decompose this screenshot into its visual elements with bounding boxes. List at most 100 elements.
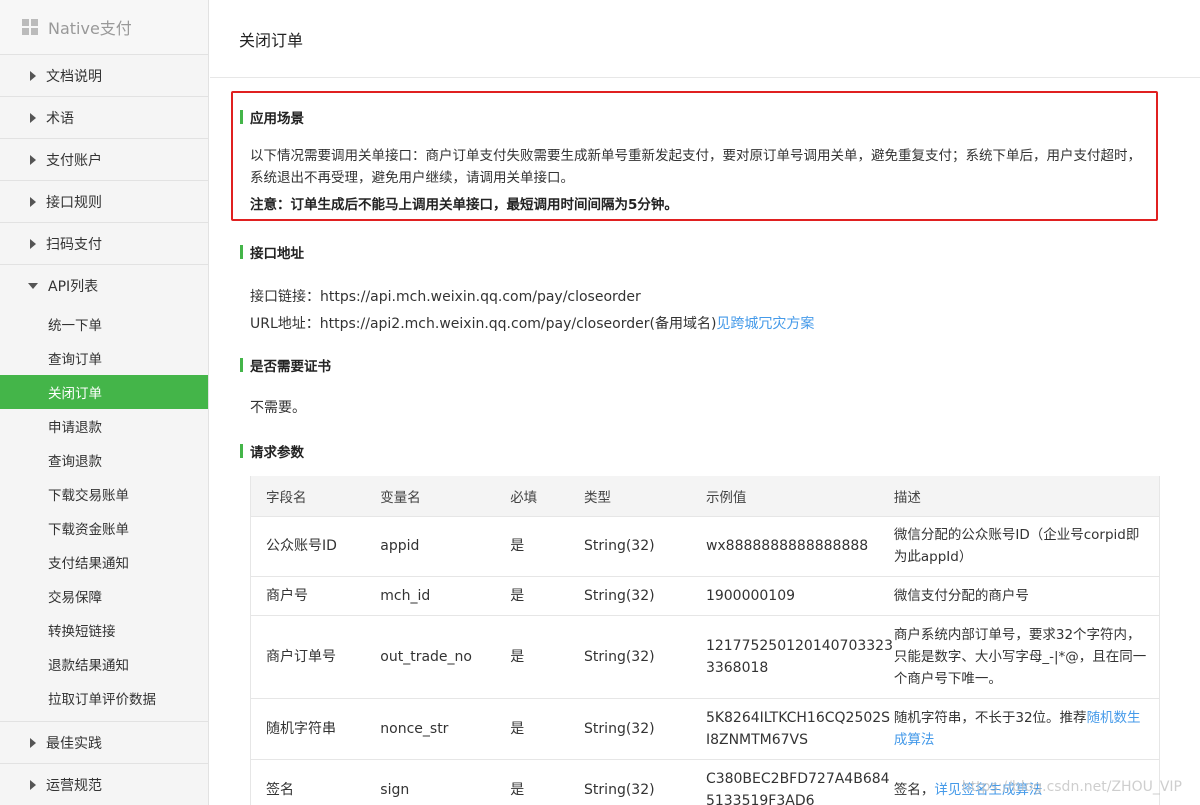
cell-desc-text: 随机字符串，不长于32位。推荐 (893, 709, 1087, 726)
cell-var: mch_id (380, 576, 511, 616)
cell-type: String(32) (584, 516, 706, 577)
address-line-backup-text: URL地址：https://api2.mch.weixin.qq.com/pay… (250, 316, 717, 332)
cell-desc: 微信分配的公众账号ID（企业号corpid即为此appId） (893, 516, 1160, 577)
cell-required: 是 (510, 516, 585, 577)
address-line-primary: 接口链接：https://api.mch.weixin.qq.com/pay/c… (250, 289, 641, 305)
cell-example: wx8888888888888888 (705, 516, 894, 577)
section-heading: 应用场景 (240, 107, 1150, 127)
cell-type: String(32) (584, 698, 706, 760)
cell-desc-text: 微信支付分配的商户号 (893, 587, 1029, 604)
sidebar-item-label: 扫码支付 (46, 236, 102, 253)
sidebar-subitem-refund-notify[interactable]: 退款结果通知 (0, 647, 208, 681)
params-section: 请求参数 (240, 441, 1160, 461)
page-title: 关闭订单 (239, 30, 304, 50)
sidebar-subitem-label: 统一下单 (48, 318, 102, 334)
section-heading: 是否需要证书 (240, 355, 1160, 375)
sidebar-subitem-query-order[interactable]: 查询订单 (0, 341, 208, 375)
cell-var: out_trade_no (380, 615, 511, 699)
sidebar-subitem-label: 拉取订单评价数据 (48, 692, 156, 708)
page-header: 关闭订单 (210, 0, 1200, 78)
section-bar (240, 245, 243, 259)
sidebar-subitem-label: 查询退款 (48, 454, 102, 470)
sidebar-subitem-pay-notify[interactable]: 支付结果通知 (0, 545, 208, 579)
address-section: 接口地址 接口链接：https://api.mch.weixin.qq.com/… (240, 242, 1160, 338)
sidebar-subitem-refund[interactable]: 申请退款 (0, 409, 208, 443)
grid-icon (22, 19, 38, 35)
sidebar-item-docs[interactable]: 文档说明 (0, 55, 208, 97)
cell-desc: 随机字符串，不长于32位。推荐随机数生成算法 (893, 698, 1160, 760)
cell-required: 是 (510, 759, 585, 805)
sidebar-subitem-label: 交易保障 (48, 590, 102, 606)
sidebar-item-scan-pay[interactable]: 扫码支付 (0, 223, 208, 265)
cell-field: 商户订单号 (250, 615, 381, 699)
cell-desc-text: 签名， (893, 782, 935, 798)
cell-required: 是 (510, 576, 585, 616)
scene-section: 应用场景 以下情况需要调用关单接口：商户订单支付失败需要生成新单号重新发起支付，… (240, 107, 1150, 213)
sidebar-item-label: 术语 (46, 110, 74, 127)
cell-required: 是 (510, 698, 585, 760)
sidebar-subitem-label: 支付结果通知 (48, 556, 129, 572)
section-heading-text: 应用场景 (250, 111, 304, 127)
sidebar-item-label: API列表 (48, 279, 99, 295)
cell-var: nonce_str (380, 698, 511, 760)
section-heading: 接口地址 (240, 242, 1160, 262)
sidebar-item-operations[interactable]: 运营规范 (0, 764, 208, 805)
caret-right-icon (30, 196, 36, 207)
sidebar-subitem-label: 下载资金账单 (48, 522, 129, 538)
cell-desc: 微信支付分配的商户号 (893, 576, 1160, 616)
sidebar-item-label: 最佳实践 (46, 735, 102, 752)
section-heading: 请求参数 (240, 441, 1160, 461)
section-heading-text: 接口地址 (250, 246, 304, 262)
cell-type: String(32) (584, 759, 706, 805)
sidebar-subitem-unified-order[interactable]: 统一下单 (0, 307, 208, 341)
section-bar (240, 358, 243, 372)
sidebar-subitem-close-order[interactable]: 关闭订单 (0, 375, 208, 409)
sidebar-item-account[interactable]: 支付账户 (0, 139, 208, 181)
sidebar-subitem-label: 退款结果通知 (48, 658, 129, 674)
cell-field: 随机字符串 (250, 698, 381, 760)
cell-example: C380BEC2BFD727A4B6845133519F3AD6 (705, 759, 894, 805)
sidebar-item-label: 支付账户 (46, 152, 102, 169)
sidebar-subitem-download-fund[interactable]: 下载资金账单 (0, 511, 208, 545)
cell-desc-text: 商户系统内部订单号，要求32个字符内，只能是数字、大小写字母_-|*@，且在同一… (893, 626, 1147, 687)
cell-example: 1900000109 (705, 576, 894, 616)
sidebar-item-label: 运营规范 (46, 777, 102, 794)
column-header: 字段名 (250, 476, 381, 517)
sidebar-subitem-query-refund[interactable]: 查询退款 (0, 443, 208, 477)
caret-right-icon (30, 112, 36, 123)
cell-required: 是 (510, 615, 585, 699)
scene-description: 以下情况需要调用关单接口：商户订单支付失败需要生成新单号重新发起支付，要对原订单… (250, 148, 1141, 186)
table-row: 公众账号ID appid 是 String(32) wx888888888888… (250, 516, 1160, 577)
sidebar-title: Native支付 (48, 19, 132, 38)
cell-desc: 商户系统内部订单号，要求32个字符内，只能是数字、大小写字母_-|*@，且在同一… (893, 615, 1160, 699)
cell-type: String(32) (584, 576, 706, 616)
api-sublist: 统一下单 查询订单 关闭订单 申请退款 查询退款 下载交易账单 下载资金账单 支… (0, 307, 208, 722)
sidebar-subitem-comments[interactable]: 拉取订单评价数据 (0, 681, 208, 715)
column-header: 类型 (584, 476, 706, 517)
sidebar-subitem-label: 申请退款 (48, 420, 102, 436)
sidebar-item-label: 接口规则 (46, 194, 102, 211)
sidebar-subitem-label: 下载交易账单 (48, 488, 129, 504)
section-heading-text: 请求参数 (250, 445, 304, 461)
table-row: 商户订单号 out_trade_no 是 String(32) 12177525… (250, 615, 1160, 699)
cell-field: 商户号 (250, 576, 381, 616)
sidebar-item-api-list[interactable]: API列表 (0, 265, 208, 307)
table-header-row: 字段名 变量名 必填 类型 示例值 描述 (250, 476, 1160, 517)
sidebar-subitem-download-bill[interactable]: 下载交易账单 (0, 477, 208, 511)
sidebar-item-terms[interactable]: 术语 (0, 97, 208, 139)
table-row: 随机字符串 nonce_str 是 String(32) 5K8264ILTKC… (250, 698, 1160, 760)
sidebar: Native支付 文档说明 术语 支付账户 接口规则 扫码支付 API列表 统一… (0, 0, 209, 805)
sidebar-subitem-guarantee[interactable]: 交易保障 (0, 579, 208, 613)
section-bar (240, 110, 243, 124)
cell-var: sign (380, 759, 511, 805)
column-header: 必填 (510, 476, 585, 517)
cell-type: String(32) (584, 615, 706, 699)
sidebar-item-best-practice[interactable]: 最佳实践 (0, 722, 208, 764)
sidebar-item-rules[interactable]: 接口规则 (0, 181, 208, 223)
cell-field: 签名 (250, 759, 381, 805)
cell-field: 公众账号ID (250, 516, 381, 577)
section-heading-text: 是否需要证书 (250, 359, 331, 375)
sidebar-subitem-short-url[interactable]: 转换短链接 (0, 613, 208, 647)
sidebar-subitem-label: 查询订单 (48, 352, 102, 368)
disaster-recovery-link[interactable]: 见跨城冗灾方案 (716, 316, 814, 332)
